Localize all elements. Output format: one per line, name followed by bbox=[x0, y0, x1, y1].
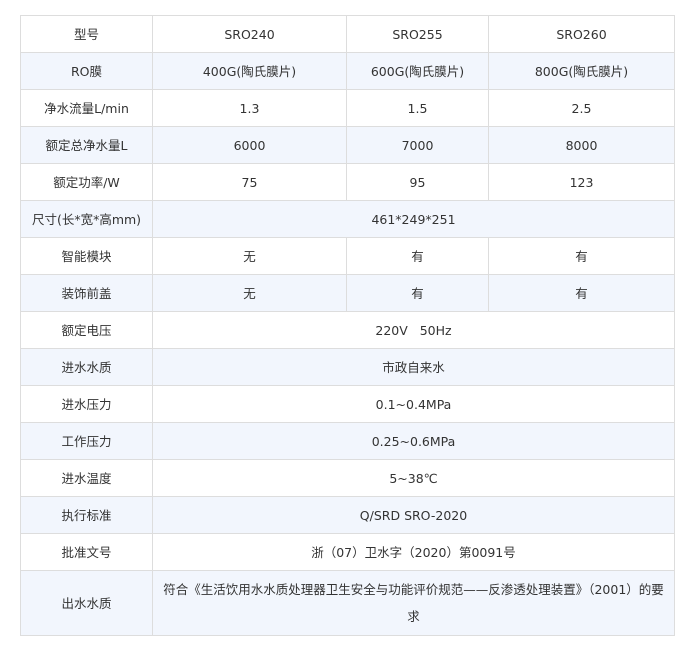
table-cell: 75 bbox=[152, 163, 347, 201]
table-row-inlet-temperature: 进水温度 5~38℃ bbox=[20, 459, 675, 497]
table-cell: 无 bbox=[152, 274, 347, 312]
table-cell: 400G(陶氏膜片) bbox=[152, 52, 347, 90]
table-cell-merged: 符合《生活饮用水水质处理器卫生安全与功能评价规范——反渗透处理装置》（2001）… bbox=[152, 570, 675, 636]
row-label: 批准文号 bbox=[20, 533, 153, 571]
table-cell: 1.3 bbox=[152, 89, 347, 127]
row-label: 净水流量L/min bbox=[20, 89, 153, 127]
table-cell-merged: 0.1~0.4MPa bbox=[152, 385, 675, 423]
row-label: 进水水质 bbox=[20, 348, 153, 386]
table-cell-merged: 461*249*251 bbox=[152, 200, 675, 238]
table-cell: 1.5 bbox=[346, 89, 489, 127]
table-row-ro-membrane: RO膜 400G(陶氏膜片) 600G(陶氏膜片) 800G(陶氏膜片) bbox=[20, 52, 675, 90]
table-row-working-pressure: 工作压力 0.25~0.6MPa bbox=[20, 422, 675, 460]
table-cell: 8000 bbox=[488, 126, 675, 164]
table-row-inlet-quality: 进水水质 市政自来水 bbox=[20, 348, 675, 386]
table-cell: 123 bbox=[488, 163, 675, 201]
table-cell-merged: 市政自来水 bbox=[152, 348, 675, 386]
table-row-standard: 执行标准 Q/SRD SRO-2020 bbox=[20, 496, 675, 534]
table-cell: 6000 bbox=[152, 126, 347, 164]
row-label: 额定总净水量L bbox=[20, 126, 153, 164]
row-label: 智能模块 bbox=[20, 237, 153, 275]
table-cell-merged: 0.25~0.6MPa bbox=[152, 422, 675, 460]
row-label: 进水压力 bbox=[20, 385, 153, 423]
table-row-approval-number: 批准文号 浙（07）卫水字（2020）第0091号 bbox=[20, 533, 675, 571]
table-row-voltage: 额定电压 220V 50Hz bbox=[20, 311, 675, 349]
table-cell-merged: 浙（07）卫水字（2020）第0091号 bbox=[152, 533, 675, 571]
table-cell: 有 bbox=[488, 274, 675, 312]
table-row-outlet-quality: 出水水质 符合《生活饮用水水质处理器卫生安全与功能评价规范——反渗透处理装置》（… bbox=[20, 570, 675, 636]
row-label: 进水温度 bbox=[20, 459, 153, 497]
cell-sro260: SRO260 bbox=[488, 15, 675, 53]
table-cell: 600G(陶氏膜片) bbox=[346, 52, 489, 90]
cell-sro240: SRO240 bbox=[152, 15, 347, 53]
table-cell: 有 bbox=[488, 237, 675, 275]
row-label: 执行标准 bbox=[20, 496, 153, 534]
table-row-model: 型号 SRO240 SRO255 SRO260 bbox=[20, 15, 675, 53]
table-cell: 7000 bbox=[346, 126, 489, 164]
row-label: 出水水质 bbox=[20, 570, 153, 636]
row-label: 额定功率/W bbox=[20, 163, 153, 201]
table-cell: 有 bbox=[346, 237, 489, 275]
table-cell: 800G(陶氏膜片) bbox=[488, 52, 675, 90]
row-label: 尺寸(长*宽*高mm) bbox=[20, 200, 153, 238]
table-cell-merged: Q/SRD SRO-2020 bbox=[152, 496, 675, 534]
row-label: 型号 bbox=[20, 15, 153, 53]
table-cell: 95 bbox=[346, 163, 489, 201]
table-cell: 有 bbox=[346, 274, 489, 312]
cell-sro255: SRO255 bbox=[346, 15, 489, 53]
table-row-dimensions: 尺寸(长*宽*高mm) 461*249*251 bbox=[20, 200, 675, 238]
table-row-smart-module: 智能模块 无 有 有 bbox=[20, 237, 675, 275]
table-row-flow-rate: 净水流量L/min 1.3 1.5 2.5 bbox=[20, 89, 675, 127]
row-label: 额定电压 bbox=[20, 311, 153, 349]
row-label: 工作压力 bbox=[20, 422, 153, 460]
table-row-inlet-pressure: 进水压力 0.1~0.4MPa bbox=[20, 385, 675, 423]
table-row-total-volume: 额定总净水量L 6000 7000 8000 bbox=[20, 126, 675, 164]
table-cell-merged: 220V 50Hz bbox=[152, 311, 675, 349]
spec-table: 型号 SRO240 SRO255 SRO260 RO膜 400G(陶氏膜片) 6… bbox=[20, 15, 675, 636]
row-label: RO膜 bbox=[20, 52, 153, 90]
table-cell: 2.5 bbox=[488, 89, 675, 127]
row-label: 装饰前盖 bbox=[20, 274, 153, 312]
table-row-power: 额定功率/W 75 95 123 bbox=[20, 163, 675, 201]
table-row-front-cover: 装饰前盖 无 有 有 bbox=[20, 274, 675, 312]
table-cell: 无 bbox=[152, 237, 347, 275]
table-cell-merged: 5~38℃ bbox=[152, 459, 675, 497]
